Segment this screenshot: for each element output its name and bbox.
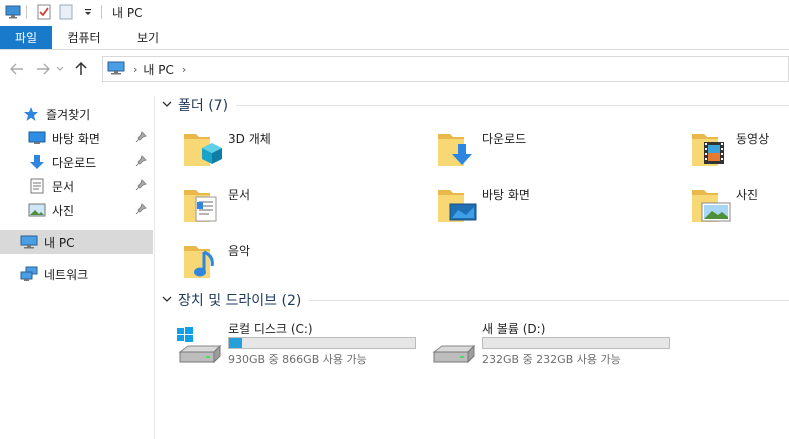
drive-label: 새 볼륨 (D:) <box>482 322 546 336</box>
group-title: 장치 및 드라이브 (2) <box>178 293 302 309</box>
forward-button[interactable] <box>32 58 54 80</box>
folder-item-music[interactable]: 음악 <box>182 238 402 288</box>
documents-folder-icon <box>182 182 226 226</box>
folder-label: 바탕 화면 <box>482 188 530 202</box>
group-title: 폴더 (7) <box>178 98 229 114</box>
sidebar-item-downloads[interactable]: 다운로드 <box>0 150 153 174</box>
address-bar[interactable]: › 내 PC › <box>102 56 789 82</box>
star-icon <box>22 105 40 123</box>
pin-icon[interactable] <box>135 155 147 167</box>
breadcrumb-chevron-icon[interactable]: › <box>182 63 186 76</box>
drive-icon <box>430 322 478 366</box>
window-title: 내 PC <box>112 5 143 20</box>
folder-label: 다운로드 <box>482 132 527 146</box>
drive-label: 로컬 디스크 (C:) <box>228 322 313 336</box>
pin-icon[interactable] <box>135 179 147 191</box>
navigation-bar: › 내 PC › <box>0 56 789 82</box>
sidebar-item-documents[interactable]: 문서 <box>0 174 153 198</box>
folder-item-3d-objects[interactable]: 3D 개체 <box>182 126 402 176</box>
download-icon <box>28 153 46 171</box>
up-button[interactable] <box>70 58 92 80</box>
sidebar-item-pictures[interactable]: 사진 <box>0 198 153 222</box>
tab-computer[interactable]: 컴퓨터 <box>52 26 116 49</box>
videos-folder-icon <box>690 126 734 170</box>
pictures-icon <box>28 201 46 219</box>
divider <box>26 5 27 19</box>
downloads-folder-icon <box>436 126 480 170</box>
folder-label: 3D 개체 <box>228 132 271 146</box>
documents-icon <box>28 177 46 195</box>
new-folder-icon[interactable] <box>57 3 75 21</box>
content-pane: 폴더 (7) 3D 개체 다운로드 동영상 문서 바탕 화면 사진 음악 장치 … <box>156 86 789 439</box>
desktop-folder-icon <box>436 182 480 226</box>
tab-view[interactable]: 보기 <box>116 26 180 49</box>
sidebar-item-quick-access[interactable]: 즐겨찾기 <box>0 102 153 126</box>
computer-icon[interactable] <box>4 3 22 21</box>
pictures-folder-icon <box>690 182 734 226</box>
folder-item-videos[interactable]: 동영상 <box>690 126 789 176</box>
drive-usage-bar <box>228 337 416 349</box>
pin-icon[interactable] <box>135 203 147 215</box>
music-folder-icon <box>182 238 226 282</box>
quick-access-toolbar <box>0 0 106 24</box>
folder-label: 동영상 <box>736 132 770 146</box>
folder-label: 음악 <box>228 244 251 258</box>
folder-item-desktop[interactable]: 바탕 화면 <box>436 182 656 232</box>
group-header-folders[interactable]: 폴더 (7) <box>162 94 789 116</box>
divider <box>101 5 102 19</box>
recent-locations-dropdown[interactable] <box>54 58 66 80</box>
drive-usage-fill <box>229 338 242 348</box>
folder-item-documents[interactable]: 문서 <box>182 182 402 232</box>
navigation-pane: 즐겨찾기 바탕 화면 다운로드 문서 사진 내 PC 네트워크 <box>0 96 155 439</box>
sidebar-item-label: 문서 <box>52 179 75 194</box>
divider <box>236 104 789 106</box>
windows-drive-icon <box>176 322 224 366</box>
breadcrumb-separator-icon[interactable]: › <box>133 63 137 76</box>
sidebar-item-network[interactable]: 네트워크 <box>0 262 153 286</box>
drive-item-d[interactable]: 새 볼륨 (D:) 232GB 중 232GB 사용 가능 <box>430 320 680 370</box>
folder-label: 사진 <box>736 188 759 202</box>
sidebar-item-label: 바탕 화면 <box>52 131 100 146</box>
ribbon-tabs: 파일 컴퓨터 보기 <box>0 26 789 50</box>
computer-icon <box>20 233 38 251</box>
back-button[interactable] <box>6 58 28 80</box>
sidebar-item-label: 다운로드 <box>52 155 97 170</box>
sidebar-item-label: 내 PC <box>44 235 75 250</box>
network-icon <box>20 265 38 283</box>
folder-label: 문서 <box>228 188 251 202</box>
desktop-icon <box>28 129 46 147</box>
tab-file[interactable]: 파일 <box>0 26 52 49</box>
computer-icon <box>107 61 125 78</box>
breadcrumb-this-pc[interactable]: 내 PC <box>143 61 173 78</box>
customize-dropdown-icon[interactable] <box>79 3 97 21</box>
title-bar: 내 PC <box>0 0 789 24</box>
group-header-drives[interactable]: 장치 및 드라이브 (2) <box>162 289 789 311</box>
drive-space-info: 930GB 중 866GB 사용 가능 <box>228 353 367 366</box>
sidebar-item-label: 즐겨찾기 <box>46 107 91 122</box>
folder-item-downloads[interactable]: 다운로드 <box>436 126 656 176</box>
properties-icon[interactable] <box>35 3 53 21</box>
sidebar-item-desktop[interactable]: 바탕 화면 <box>0 126 153 150</box>
drive-space-info: 232GB 중 232GB 사용 가능 <box>482 353 621 366</box>
sidebar-item-this-pc[interactable]: 내 PC <box>0 230 153 254</box>
collapse-chevron-icon[interactable] <box>162 99 174 112</box>
drive-usage-bar <box>482 337 670 349</box>
pin-icon[interactable] <box>135 131 147 143</box>
divider <box>309 299 789 301</box>
3d-objects-icon <box>182 126 226 170</box>
collapse-chevron-icon[interactable] <box>162 294 174 307</box>
folder-item-pictures[interactable]: 사진 <box>690 182 789 232</box>
sidebar-item-label: 사진 <box>52 203 75 218</box>
drive-item-c[interactable]: 로컬 디스크 (C:) 930GB 중 866GB 사용 가능 <box>176 320 426 370</box>
sidebar-item-label: 네트워크 <box>44 267 89 282</box>
